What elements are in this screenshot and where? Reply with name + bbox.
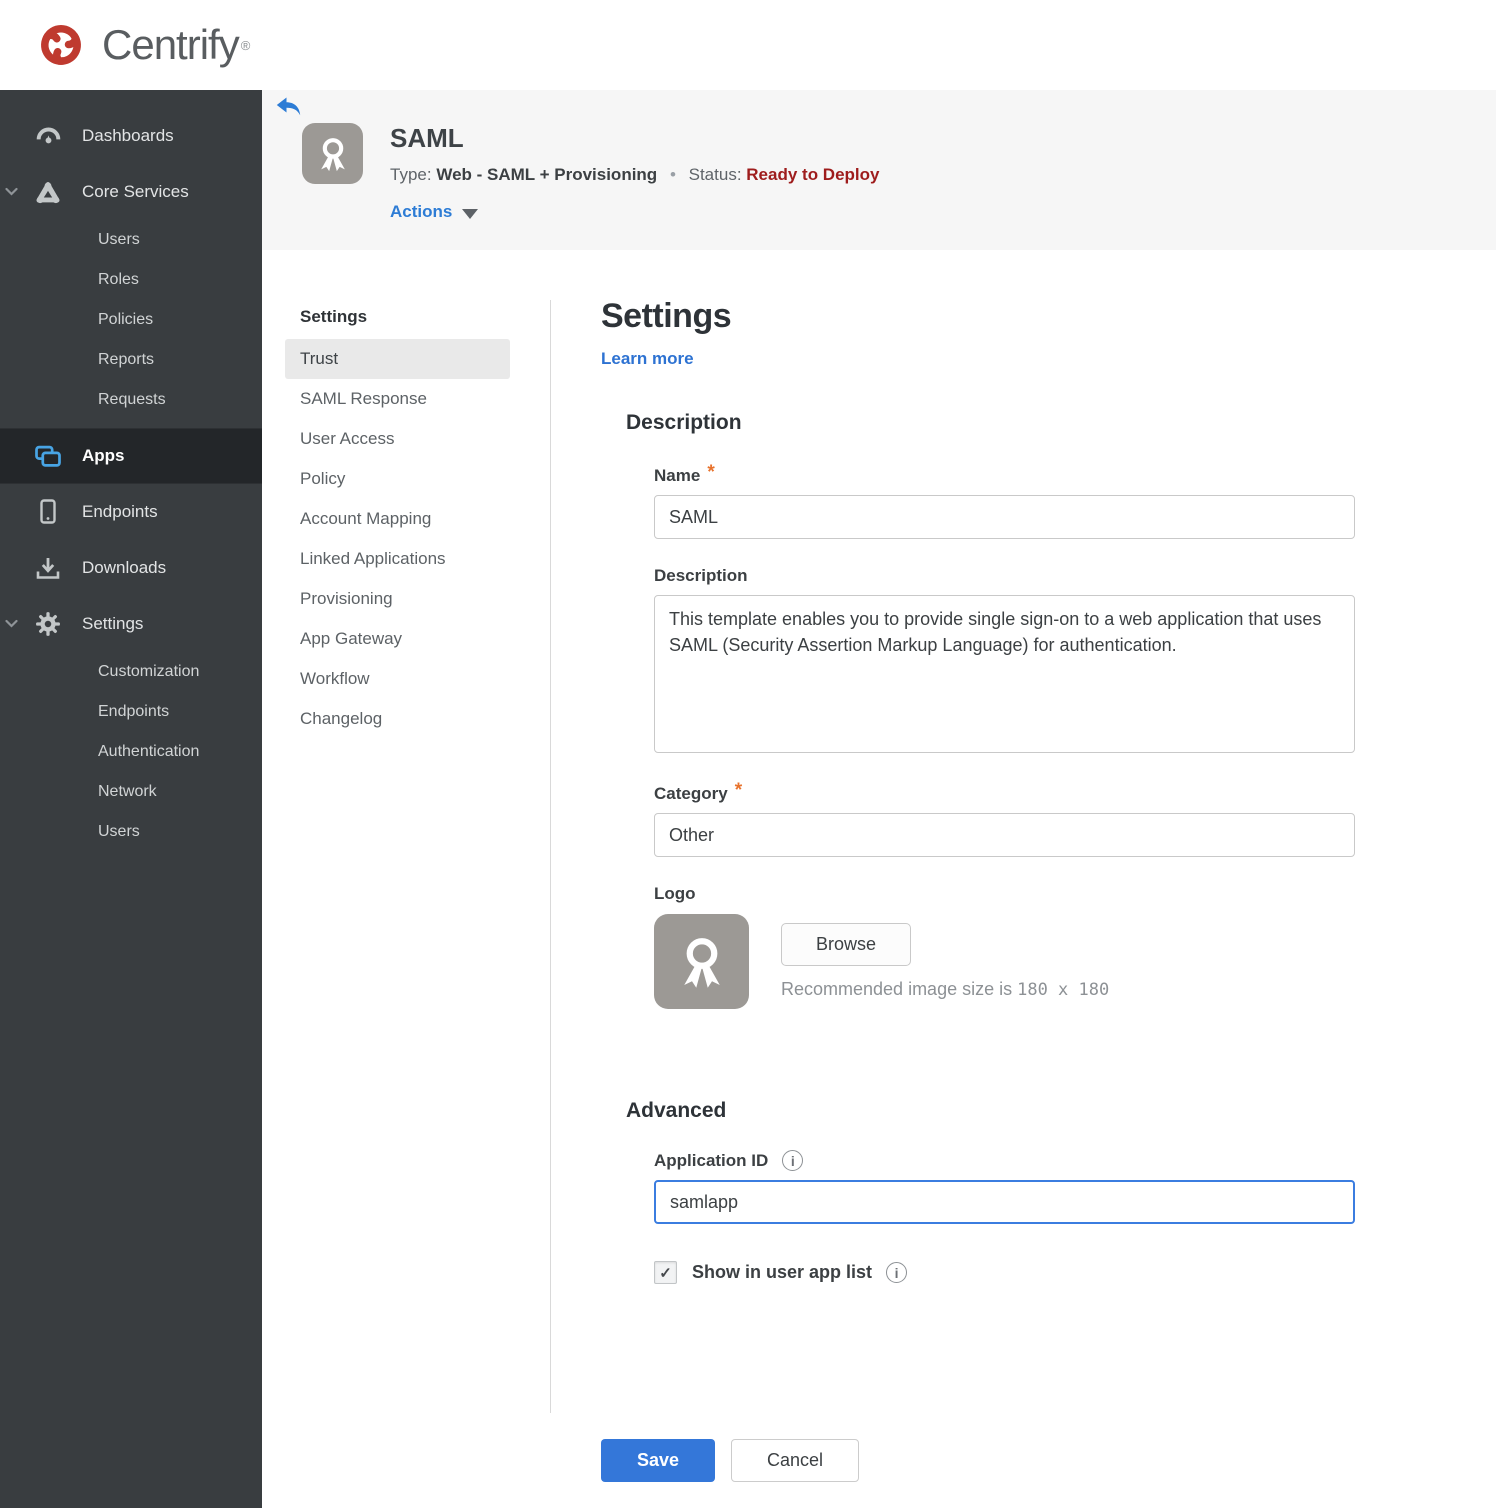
info-icon[interactable]: i bbox=[782, 1150, 804, 1171]
page-title: Settings bbox=[601, 297, 732, 335]
category-field: Category * bbox=[654, 780, 1355, 857]
type-value: Web - SAML + Provisioning bbox=[436, 165, 658, 184]
subnav-item-user-access[interactable]: User Access bbox=[285, 419, 510, 459]
sidebar-item-policies[interactable]: Policies bbox=[0, 300, 262, 340]
ribbon-award-icon bbox=[320, 137, 345, 171]
actions-label: Actions bbox=[390, 202, 453, 221]
status-value: Ready to Deploy bbox=[746, 165, 880, 184]
subnav-item-linked-applications[interactable]: Linked Applications bbox=[285, 539, 510, 579]
centrify-swirl-icon bbox=[41, 25, 81, 65]
advanced-section-title: Advanced bbox=[626, 1099, 727, 1122]
subnav-item-trust[interactable]: Trust bbox=[285, 339, 510, 379]
brand-name: Centrify bbox=[102, 21, 240, 68]
app-header: SAML Type: Web - SAML + Provisioning • S… bbox=[262, 90, 1496, 250]
show-in-app-list-label: Show in user app list bbox=[692, 1262, 873, 1282]
actions-dropdown[interactable]: Actions bbox=[390, 202, 479, 222]
gear-icon bbox=[33, 611, 63, 637]
show-in-app-list-checkbox[interactable]: ✓ bbox=[654, 1261, 677, 1284]
required-asterisk: * bbox=[707, 462, 715, 483]
sidebar-item-customization[interactable]: Customization bbox=[0, 652, 262, 692]
back-arrow-icon[interactable] bbox=[276, 97, 301, 116]
sidebar-item-users[interactable]: Users bbox=[0, 220, 262, 260]
subnav-title: Settings bbox=[300, 307, 368, 326]
sidebar-item-requests[interactable]: Requests bbox=[0, 380, 262, 420]
sidebar-item-authentication[interactable]: Authentication bbox=[0, 732, 262, 772]
top-brand-bar: Centrify ® bbox=[0, 0, 1496, 90]
subnav-item-changelog[interactable]: Changelog bbox=[285, 699, 510, 739]
description-label: Description bbox=[654, 566, 748, 585]
logo-size-hint: Recommended image size is 180 x 180 bbox=[781, 979, 1110, 1000]
sidebar: Dashboards Core Services Users Roles Pol… bbox=[0, 90, 262, 1508]
info-icon[interactable]: i bbox=[886, 1262, 908, 1283]
brand-logo: Centrify ® bbox=[34, 18, 250, 72]
application-id-input[interactable] bbox=[654, 1180, 1355, 1224]
meta-separator: • bbox=[669, 165, 676, 184]
chevron-down-icon bbox=[5, 187, 18, 197]
cancel-button[interactable]: Cancel bbox=[731, 1439, 859, 1482]
logo-field: Logo Browse Recommended image size is 18… bbox=[654, 884, 1355, 1009]
category-label: Category bbox=[654, 784, 728, 803]
type-label: Type: bbox=[390, 165, 432, 184]
save-button[interactable]: Save bbox=[601, 1439, 715, 1482]
advanced-section: Advanced Application ID i ✓ Show in user… bbox=[601, 1099, 1355, 1284]
sidebar-item-dashboards[interactable]: Dashboards bbox=[0, 108, 262, 164]
gauge-icon bbox=[33, 125, 63, 148]
subnav-item-workflow[interactable]: Workflow bbox=[285, 659, 510, 699]
settings-subnav: Settings Trust SAML Response User Access… bbox=[262, 250, 550, 1508]
sidebar-item-roles[interactable]: Roles bbox=[0, 260, 262, 300]
description-section: Description Name * Description This templ… bbox=[601, 411, 1355, 1009]
subnav-item-policy[interactable]: Policy bbox=[285, 459, 510, 499]
endpoint-icon bbox=[33, 499, 63, 525]
settings-form: Settings Learn more Description Name * De… bbox=[550, 250, 1496, 1508]
sidebar-item-core-services[interactable]: Core Services bbox=[0, 164, 262, 220]
name-field: Name * bbox=[654, 462, 1355, 539]
description-field: Description This template enables you to… bbox=[654, 566, 1355, 753]
apps-icon bbox=[33, 445, 63, 468]
subnav-item-provisioning[interactable]: Provisioning bbox=[285, 579, 510, 619]
download-icon bbox=[33, 556, 63, 580]
category-input[interactable] bbox=[654, 813, 1355, 857]
app-logo-badge bbox=[302, 123, 363, 184]
sidebar-item-endpoints[interactable]: Endpoints bbox=[0, 484, 262, 540]
sidebar-item-downloads[interactable]: Downloads bbox=[0, 540, 262, 596]
application-id-label: Application ID bbox=[654, 1150, 769, 1170]
app-meta-line: Type: Web - SAML + Provisioning • Status… bbox=[390, 165, 879, 185]
sidebar-item-label: Apps bbox=[82, 446, 125, 465]
core-services-icon bbox=[33, 181, 63, 204]
sidebar-item-reports[interactable]: Reports bbox=[0, 340, 262, 380]
app-title: SAML bbox=[390, 123, 464, 153]
name-input[interactable] bbox=[654, 495, 1355, 539]
subnav-item-account-mapping[interactable]: Account Mapping bbox=[285, 499, 510, 539]
learn-more-link[interactable]: Learn more bbox=[601, 349, 694, 369]
sidebar-item-label: Endpoints bbox=[82, 502, 158, 521]
vertical-divider bbox=[550, 300, 551, 1413]
sidebar-item-label: Core Services bbox=[82, 182, 189, 201]
sidebar-item-label: Downloads bbox=[82, 558, 167, 577]
sidebar-item-label: Dashboards bbox=[82, 126, 174, 145]
form-actions: Save Cancel bbox=[601, 1439, 1355, 1482]
logo-label: Logo bbox=[654, 884, 696, 903]
sidebar-item-settings-endpoints[interactable]: Endpoints bbox=[0, 692, 262, 732]
subnav-item-saml-response[interactable]: SAML Response bbox=[285, 379, 510, 419]
sidebar-item-apps[interactable]: Apps bbox=[0, 428, 262, 484]
caret-down-icon bbox=[462, 208, 479, 219]
chevron-down-icon bbox=[5, 619, 18, 629]
sidebar-item-settings[interactable]: Settings bbox=[0, 596, 262, 652]
subnav-item-app-gateway[interactable]: App Gateway bbox=[285, 619, 510, 659]
brand-registered-mark: ® bbox=[240, 37, 251, 53]
browse-button[interactable]: Browse bbox=[781, 923, 912, 966]
sidebar-item-label: Settings bbox=[82, 614, 144, 633]
name-label: Name bbox=[654, 466, 701, 485]
ribbon-award-icon bbox=[683, 937, 720, 988]
status-label: Status: bbox=[688, 165, 742, 184]
required-asterisk: * bbox=[734, 780, 743, 801]
application-id-field: Application ID i bbox=[654, 1150, 1355, 1224]
sidebar-item-settings-users[interactable]: Users bbox=[0, 812, 262, 852]
description-textarea[interactable]: This template enables you to provide sin… bbox=[654, 595, 1355, 753]
logo-preview bbox=[654, 914, 749, 1009]
description-section-title: Description bbox=[626, 411, 742, 434]
show-in-app-list-row: ✓ Show in user app list i bbox=[654, 1261, 1355, 1284]
sidebar-item-network[interactable]: Network bbox=[0, 772, 262, 812]
